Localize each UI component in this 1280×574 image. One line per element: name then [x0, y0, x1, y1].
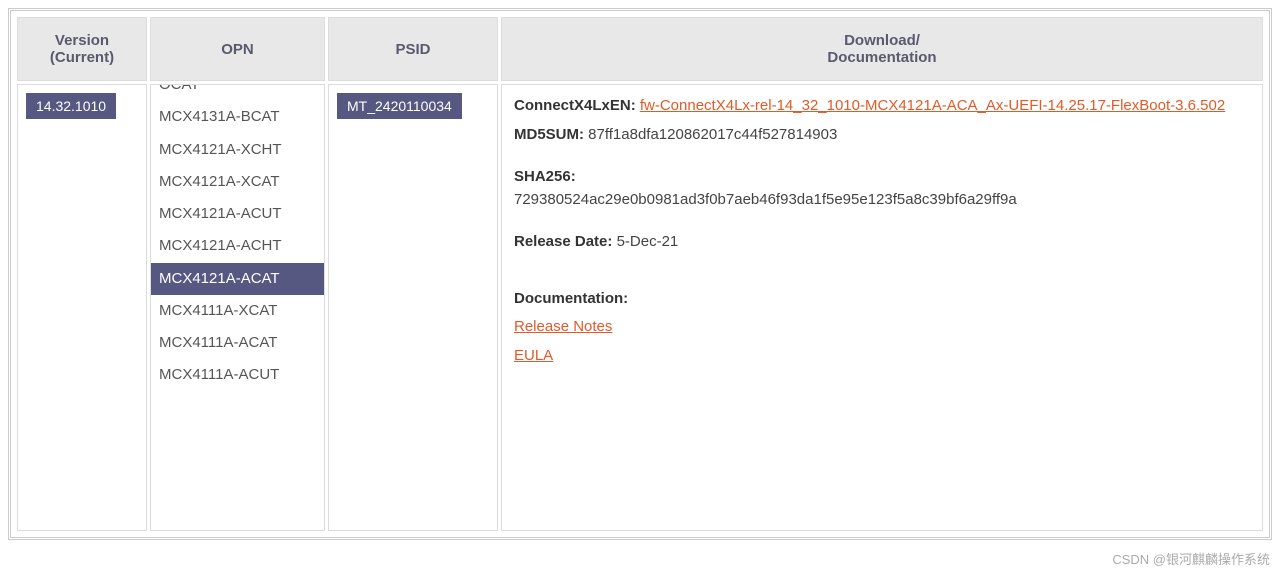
list-item[interactable]: MCX4111A-XCAT	[151, 295, 324, 327]
cell-psid: MT_2420110034	[328, 84, 498, 531]
list-item[interactable]: MCX4121A-XCAT	[151, 166, 324, 198]
table-row: 14.32.1010 OCAT MCX4131A-BCAT MCX4121A-X…	[17, 84, 1263, 531]
md5-line: MD5SUM: 87ff1a8dfa120862017c44f527814903	[514, 124, 1250, 147]
md5-label: MD5SUM:	[514, 126, 584, 143]
firmware-table: Version (Current) OPN PSID Download/Docu…	[14, 14, 1266, 534]
sha-value: 729380524ac29e0b0981ad3f0b7aeb46f93da1f5…	[514, 191, 1017, 208]
psid-badge[interactable]: MT_2420110034	[337, 93, 462, 119]
list-item[interactable]: MCX4111A-ACAT	[151, 327, 324, 359]
eula-link[interactable]: EULA	[514, 347, 553, 364]
watermark-text: CSDN @银河麒麟操作系统	[1112, 549, 1270, 568]
release-notes-link[interactable]: Release Notes	[514, 318, 612, 335]
cell-version: 14.32.1010	[17, 84, 147, 531]
table-header-row: Version (Current) OPN PSID Download/Docu…	[17, 17, 1263, 81]
firmware-table-frame: Version (Current) OPN PSID Download/Docu…	[8, 8, 1272, 540]
sha-label: SHA256:	[514, 168, 576, 185]
doc-link-line: Release Notes	[514, 316, 1250, 339]
header-opn: OPN	[150, 17, 325, 81]
version-badge[interactable]: 14.32.1010	[26, 93, 116, 119]
list-item[interactable]: OCAT	[151, 85, 324, 101]
release-label: Release Date:	[514, 233, 612, 250]
list-item[interactable]: MCX4121A-ACHT	[151, 230, 324, 262]
doc-heading: Documentation:	[514, 288, 1250, 311]
release-value: 5-Dec-21	[617, 233, 679, 250]
header-psid: PSID	[328, 17, 498, 81]
cell-download: ConnectX4LxEN: fw-ConnectX4Lx-rel-14_32_…	[501, 84, 1263, 531]
cell-opn: OCAT MCX4131A-BCAT MCX4121A-XCHT MCX4121…	[150, 84, 325, 531]
list-item-selected[interactable]: MCX4121A-ACAT	[151, 263, 324, 295]
release-line: Release Date: 5-Dec-21	[514, 231, 1250, 254]
doc-link-line: EULA	[514, 345, 1250, 368]
sha-line: SHA256: 729380524ac29e0b0981ad3f0b7aeb46…	[514, 166, 1250, 211]
md5-value: 87ff1a8dfa120862017c44f527814903	[588, 126, 837, 143]
list-item[interactable]: MCX4121A-XCHT	[151, 134, 324, 166]
opn-list-scroll[interactable]: OCAT MCX4131A-BCAT MCX4121A-XCHT MCX4121…	[151, 85, 324, 530]
header-version: Version (Current)	[17, 17, 147, 81]
firmware-download-link[interactable]: fw-ConnectX4Lx-rel-14_32_1010-MCX4121A-A…	[640, 97, 1225, 114]
list-item[interactable]: MCX4131A-BCAT	[151, 101, 324, 133]
doc-label: Documentation:	[514, 290, 628, 307]
download-line: ConnectX4LxEN: fw-ConnectX4Lx-rel-14_32_…	[514, 95, 1250, 118]
list-item[interactable]: MCX4111A-ACUT	[151, 359, 324, 391]
list-item[interactable]: MCX4121A-ACUT	[151, 198, 324, 230]
header-download: Download/Documentation	[501, 17, 1263, 81]
product-label: ConnectX4LxEN:	[514, 97, 636, 114]
